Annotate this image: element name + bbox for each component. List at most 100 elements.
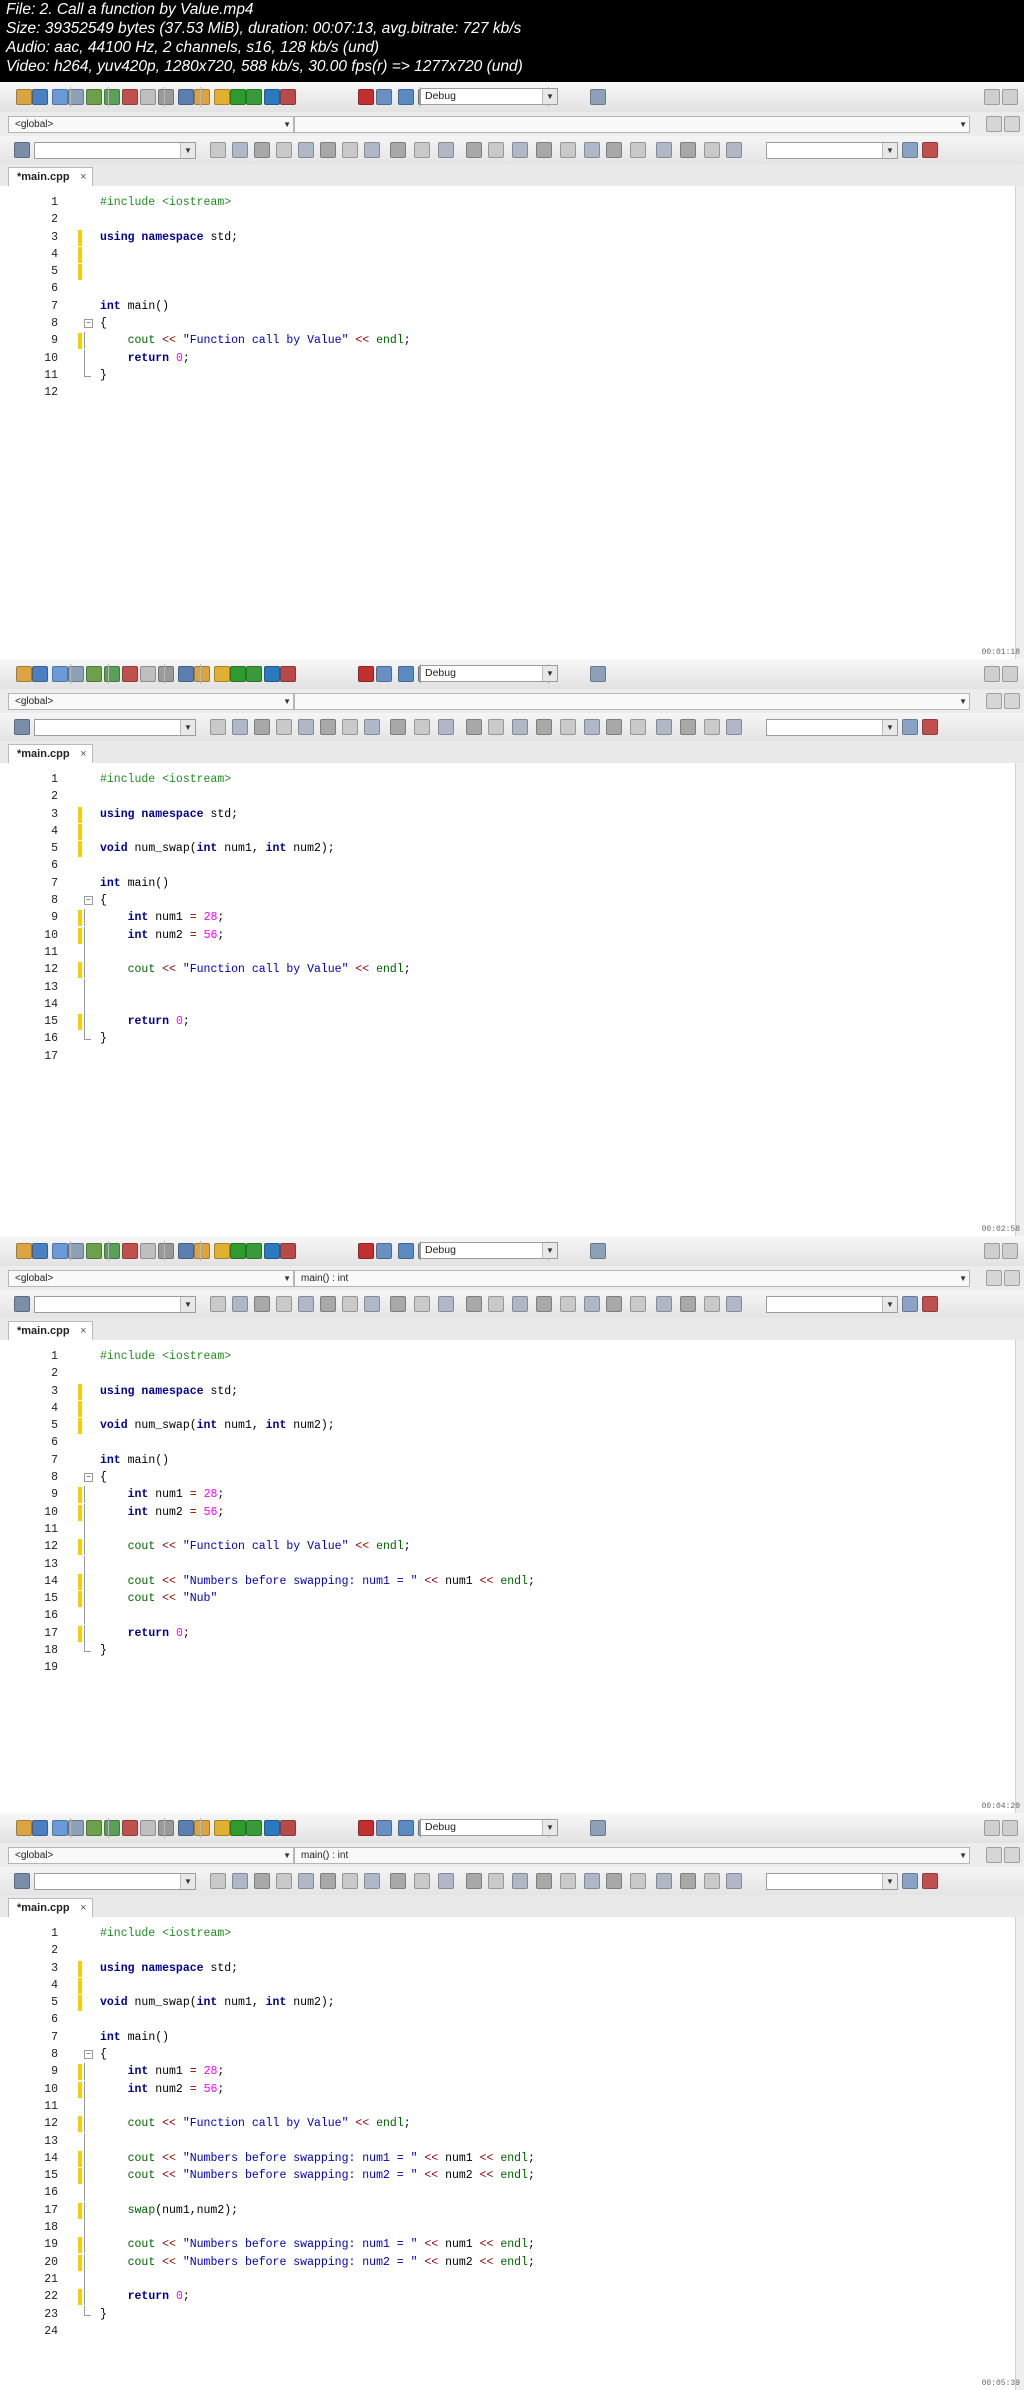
editor-tool-icon[interactable] [488, 142, 504, 158]
jump-back-icon[interactable] [986, 693, 1002, 709]
toolbar-tool-icon[interactable] [86, 1243, 102, 1259]
toolbar-tool-icon[interactable] [32, 1820, 48, 1836]
editor-tool-icon[interactable] [320, 719, 336, 735]
editor-tool-icon[interactable] [466, 1873, 482, 1889]
toolbar-tool-icon[interactable] [246, 1243, 262, 1259]
editor-tool-icon[interactable] [726, 142, 742, 158]
editor-tool-icon[interactable] [536, 719, 552, 735]
toolbar-tool-icon[interactable] [122, 666, 138, 682]
editor-tool-icon[interactable] [390, 1296, 406, 1312]
toolbar-tool-icon[interactable] [230, 666, 246, 682]
toolbar-tool-icon[interactable] [398, 1243, 414, 1259]
toolbar-tool-icon[interactable] [52, 1243, 68, 1259]
toolbar-tool-icon[interactable] [140, 89, 156, 105]
bookmark-icon[interactable] [14, 1296, 30, 1312]
jump-combo[interactable]: ▼ [766, 1873, 898, 1890]
tab-main-cpp[interactable]: *main.cpp × [8, 744, 93, 764]
build-target-select[interactable]: Debug ▼ [420, 88, 558, 105]
editor-tool-icon[interactable] [232, 1873, 248, 1889]
vertical-scrollbar[interactable] [1015, 1340, 1024, 1813]
jump-combo[interactable]: ▼ [766, 142, 898, 159]
editor-tool-icon[interactable] [438, 719, 454, 735]
editor-tool-icon[interactable] [630, 1296, 646, 1312]
tab-main-cpp[interactable]: *main.cpp × [8, 1321, 93, 1341]
editor-tool-icon[interactable] [560, 1873, 576, 1889]
symbol-scope-select[interactable]: ▼ [294, 116, 970, 133]
editor-tool-icon[interactable] [536, 1296, 552, 1312]
bookmark-icon[interactable] [14, 1873, 30, 1889]
toolbar-tool-icon[interactable] [246, 89, 262, 105]
editor-tool-icon[interactable] [584, 1873, 600, 1889]
toolbar-tool-icon[interactable] [246, 666, 262, 682]
editor-tool-icon[interactable] [584, 1296, 600, 1312]
close-icon[interactable]: × [80, 745, 86, 763]
editor-tool-icon[interactable] [232, 142, 248, 158]
toolbar-tool-icon[interactable] [52, 1820, 68, 1836]
editor-tool-icon[interactable] [390, 1873, 406, 1889]
search-icon[interactable] [902, 1296, 918, 1312]
bookmark-icon[interactable] [14, 719, 30, 735]
toolbar-tool-icon[interactable] [398, 89, 414, 105]
editor-tool-icon[interactable] [364, 719, 380, 735]
toolbar-tool-icon[interactable] [230, 89, 246, 105]
jump-combo[interactable]: ▼ [766, 1296, 898, 1313]
toolbar-tool-icon[interactable] [178, 1820, 194, 1836]
toolbar-tool-icon[interactable] [178, 1243, 194, 1259]
code-editor[interactable]: 1 #include <iostream> 2 3 using namespace st… [0, 1340, 1016, 1813]
toolbar-tool-icon[interactable] [376, 89, 392, 105]
toolbar-tool-icon[interactable] [178, 666, 194, 682]
toolbar-tool-icon[interactable] [178, 89, 194, 105]
jump-combo[interactable]: ▼ [766, 719, 898, 736]
editor-tool-icon[interactable] [560, 142, 576, 158]
editor-tool-icon[interactable] [254, 1873, 270, 1889]
jump-forward-icon[interactable] [1004, 1847, 1020, 1863]
toolbar-tool-icon[interactable] [358, 1820, 374, 1836]
code-editor[interactable]: 1 #include <iostream> 2 3 using namespace st… [0, 763, 1016, 1236]
jump-back-icon[interactable] [986, 1847, 1002, 1863]
toolbar-tool-icon[interactable] [52, 89, 68, 105]
editor-tool-icon[interactable] [606, 719, 622, 735]
toolbar-tool-icon[interactable] [52, 666, 68, 682]
editor-tool-icon[interactable] [512, 719, 528, 735]
editor-tool-icon[interactable] [276, 719, 292, 735]
editor-tool-icon[interactable] [298, 719, 314, 735]
editor-tool-icon[interactable] [584, 719, 600, 735]
search-icon[interactable] [902, 719, 918, 735]
editor-tool-icon[interactable] [414, 1873, 430, 1889]
editor-tool-icon[interactable] [342, 1296, 358, 1312]
vertical-scrollbar[interactable] [1015, 763, 1024, 1236]
editor-tool-icon[interactable] [630, 1873, 646, 1889]
toolbar-tool-icon[interactable] [280, 1243, 296, 1259]
editor-tool-icon[interactable] [342, 142, 358, 158]
search-combo[interactable]: ▼ [34, 719, 196, 736]
tools-icon[interactable] [922, 1873, 938, 1889]
search-combo[interactable]: ▼ [34, 1296, 196, 1313]
editor-tool-icon[interactable] [512, 1296, 528, 1312]
toolbar-tool-icon[interactable] [358, 89, 374, 105]
toolbar-tool-icon[interactable] [280, 1820, 296, 1836]
editor-tool-icon[interactable] [680, 1873, 696, 1889]
toolbar-tool-icon[interactable] [140, 1820, 156, 1836]
editor-tool-icon[interactable] [414, 1296, 430, 1312]
toolbar-tool-icon[interactable] [590, 1243, 606, 1259]
symbol-scope-select[interactable]: main() : int ▼ [294, 1847, 970, 1864]
toolbar-tool-icon[interactable] [194, 666, 210, 682]
editor-tool-icon[interactable] [414, 142, 430, 158]
toolbar-tool-icon[interactable] [104, 89, 120, 105]
editor-tool-icon[interactable] [364, 1873, 380, 1889]
tools-icon[interactable] [922, 142, 938, 158]
toolbar-tool-icon[interactable] [86, 1820, 102, 1836]
editor-tool-icon[interactable] [606, 142, 622, 158]
toolbar-tool-icon[interactable] [194, 1820, 210, 1836]
symbol-scope-select[interactable]: main() : int ▼ [294, 1270, 970, 1287]
editor-tool-icon[interactable] [466, 719, 482, 735]
close-icon[interactable]: × [80, 168, 86, 186]
build-target-select[interactable]: Debug ▼ [420, 1819, 558, 1836]
editor-tool-icon[interactable] [536, 1873, 552, 1889]
toolbar-tool-icon[interactable] [158, 1820, 174, 1836]
toolbar-tool-icon[interactable] [32, 89, 48, 105]
editor-tool-icon[interactable] [438, 1873, 454, 1889]
editor-tool-icon[interactable] [364, 1296, 380, 1312]
editor-tool-icon[interactable] [680, 719, 696, 735]
editor-tool-icon[interactable] [438, 1296, 454, 1312]
